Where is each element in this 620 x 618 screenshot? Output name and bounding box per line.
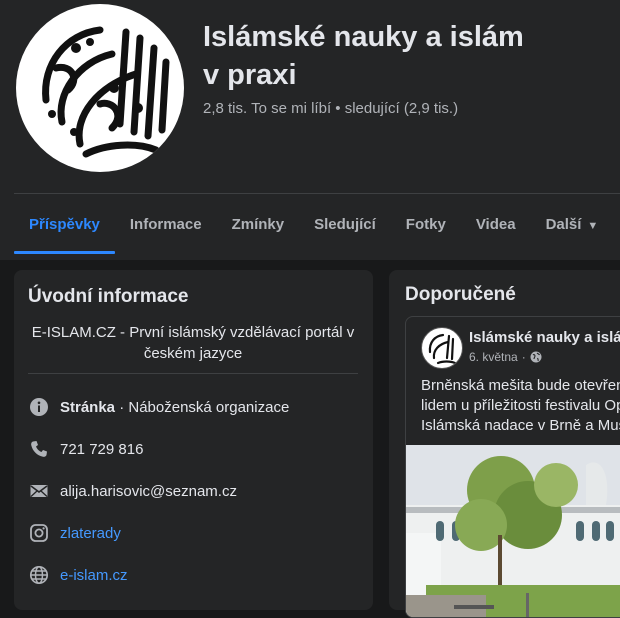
header-divider (14, 193, 620, 194)
instagram-link[interactable]: zlaterady (60, 525, 121, 542)
page-tabs: Příspěvky Informace Zmínky Sledující Fot… (14, 196, 613, 254)
instagram-row: zlaterady (28, 521, 121, 545)
tab-followers[interactable]: Sledující (299, 196, 391, 254)
tab-more[interactable]: Další ▼ (531, 196, 614, 254)
meta-separator: · (521, 350, 526, 364)
page-stats: 2,8 tis. To se mi líbí • sledující (2,9 … (203, 100, 459, 117)
page-avatar[interactable] (16, 4, 184, 172)
post-image[interactable] (406, 445, 620, 617)
page-header: Islámské nauky a islám v praxi 2,8 tis. … (0, 0, 620, 260)
tab-photos[interactable]: Fotky (391, 196, 461, 254)
featured-title: Doporučené (405, 284, 516, 305)
category-label: Stránka (60, 398, 116, 416)
post-meta: 6. května · (469, 350, 542, 364)
public-globe-icon (530, 351, 542, 363)
post-text-line: Islámská nadace v Brně a Mus (421, 417, 620, 434)
post-avatar[interactable] (421, 327, 463, 369)
globe-icon (28, 564, 50, 586)
website-row: e-islam.cz (28, 563, 128, 587)
tab-mentions[interactable]: Zmínky (217, 196, 300, 254)
intro-divider (28, 373, 358, 374)
mosque-photo (406, 445, 620, 617)
tab-posts[interactable]: Příspěvky (14, 196, 115, 254)
post-date[interactable]: 6. května (469, 350, 518, 364)
calligraphy-logo (42, 26, 170, 158)
email-icon (28, 480, 50, 502)
featured-card: Doporučené Islámské nauky a islám 6. kvě… (389, 270, 620, 618)
intro-title: Úvodní informace (28, 286, 189, 307)
post-text: Brněnská mešita bude otevřena lidem u př… (421, 376, 620, 436)
calligraphy-logo-small (428, 333, 457, 365)
phone-icon (28, 438, 50, 460)
caret-down-icon: ▼ (587, 220, 599, 232)
intro-card: Úvodní informace E-ISLAM.CZ - První islá… (14, 270, 373, 610)
page-title-line1: Islámské nauky a islám (203, 21, 524, 53)
info-icon (28, 396, 50, 418)
tab-more-label: Další (545, 216, 582, 233)
website-link[interactable]: e-islam.cz (60, 567, 128, 584)
instagram-icon (28, 522, 50, 544)
post-author[interactable]: Islámské nauky a islám (469, 329, 620, 346)
intro-bio: E-ISLAM.CZ - První islámský vzdělávací p… (31, 324, 355, 362)
category-value: · Náboženská organizace (115, 398, 290, 416)
page-title-line2: v praxi (203, 59, 297, 91)
tab-about[interactable]: Informace (115, 196, 217, 254)
phone-number[interactable]: 721 729 816 (60, 441, 143, 458)
page-title: Islámské nauky a islám v praxi (203, 18, 613, 94)
post-text-line: lidem u příležitosti festivalu Op (421, 397, 620, 414)
phone-row: 721 729 816 (28, 437, 143, 461)
post-text-line: Brněnská mešita bude otevřena (421, 377, 620, 394)
category-row: Stránka · Náboženská organizace (28, 395, 289, 419)
email-address[interactable]: alija.harisovic@seznam.cz (60, 483, 237, 500)
tab-videos[interactable]: Videa (461, 196, 531, 254)
email-row: alija.harisovic@seznam.cz (28, 479, 237, 503)
featured-post[interactable]: Islámské nauky a islám 6. května · Brněns… (405, 316, 620, 618)
